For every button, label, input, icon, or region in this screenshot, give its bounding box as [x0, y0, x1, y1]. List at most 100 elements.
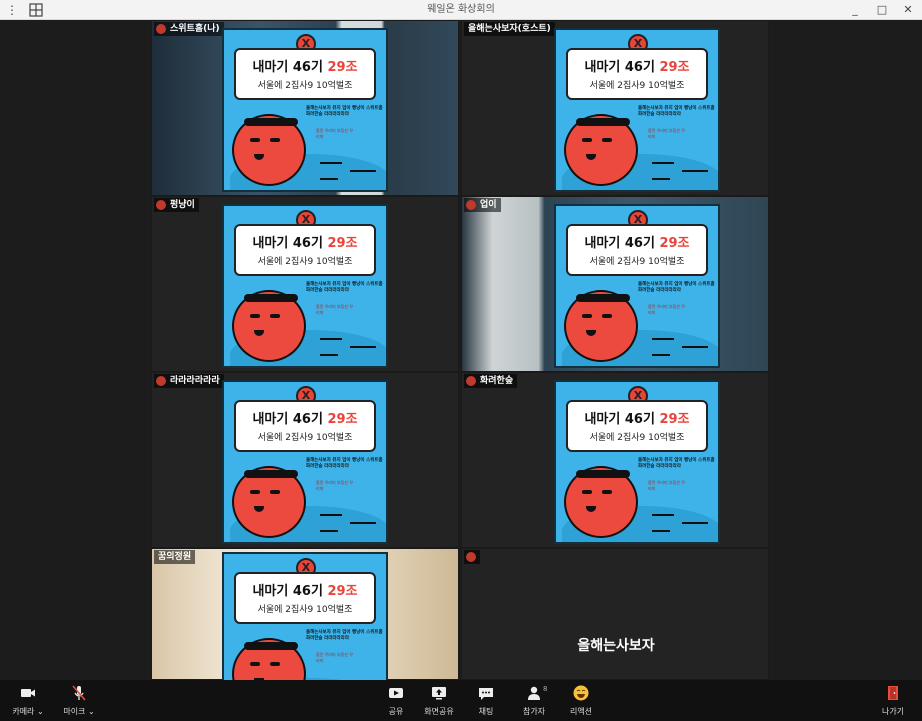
window-titlebar: ⋮ 웨일온 화상회의 _ □ ✕ — [0, 0, 922, 20]
share-button[interactable]: 공유 — [382, 684, 410, 718]
share-label: 공유 — [388, 707, 404, 716]
mascot-headband — [244, 470, 298, 478]
participant-name: 화려한숲 — [480, 376, 514, 386]
poster-small-text: 잠깐 꾸리미 부동산 꾸리미 — [316, 304, 353, 315]
poster-description: 올해는사보자 뮤지 업이 빵냥이 스위트홈 화려한숲 라라라라라라 — [306, 630, 383, 641]
speed-line — [320, 354, 338, 356]
leave-label: 나가기 — [881, 707, 905, 716]
poster-subline: 서울에 2집사9 10억벌조 — [589, 81, 685, 91]
participant-name-tag: 펑냥이 — [154, 198, 199, 212]
minimize-button[interactable]: _ — [845, 1, 865, 19]
speed-line — [652, 338, 674, 340]
poster-headline-card: 내마기 46기 29조 서울에 2집사9 10억벌조 — [566, 224, 708, 276]
mascot-eye — [602, 138, 612, 142]
meeting-toolbar: 카메라 ⌄ 마이크 ⌄ 공유 화면공유 채팅 8 참가자 리액션 나가기 — [0, 680, 922, 721]
mic-off-icon — [156, 24, 166, 34]
mic-off-icon — [156, 376, 166, 386]
poster-headline-card: 내마기 46기 29조 서울에 2집사9 10억벌조 — [234, 48, 376, 100]
mascot-headband — [576, 118, 630, 126]
mic-button[interactable]: 마이크 ⌄ — [58, 684, 100, 718]
camera-button[interactable]: 카메라 ⌄ — [8, 684, 48, 718]
participant-name: 업이 — [480, 200, 497, 210]
speed-line — [652, 162, 674, 164]
screen-share-icon — [432, 687, 446, 700]
mascot-eye — [602, 490, 612, 494]
poster-small-text: 잠깐 꾸리미 부동산 꾸리미 — [316, 480, 353, 491]
poster-headline-card: 내마기 46기 29조 서울에 2집사9 10억벌조 — [234, 400, 376, 452]
poster-headline: 내마기 46기 29조 — [252, 236, 358, 251]
poster-overlay: X 내마기 46기 29조 서울에 2집사9 10억벌조 올해는사보자 뮤지 업… — [554, 28, 720, 192]
maximize-button[interactable]: □ — [872, 1, 892, 19]
poster-headline-card: 내마기 46기 29조 서울에 2집사9 10억벌조 — [566, 400, 708, 452]
participants-icon — [528, 686, 540, 700]
chat-label: 채팅 — [478, 707, 494, 716]
poster-overlay: X 내마기 46기 29조 서울에 2집사9 10억벌조 올해는사보자 뮤지 업… — [222, 28, 388, 192]
poster-description: 올해는사보자 뮤지 업이 빵냥이 스위트홈 화려한숲 라라라라라라 — [638, 458, 715, 469]
speed-line — [652, 354, 670, 356]
mascot-eye — [250, 138, 260, 142]
poster-headline-card: 내마기 46기 29조 서울에 2집사9 10억벌조 — [566, 48, 708, 100]
screen-share-button[interactable]: 화면공유 — [420, 684, 458, 718]
participant-name: 라라라라라라 — [170, 376, 220, 386]
poster-description: 올해는사보자 뮤지 업이 빵냥이 스위트홈 화려한숲 라라라라라라 — [638, 282, 715, 293]
mic-label: 마이크 ⌄ — [63, 707, 95, 716]
poster-small-text: 잠깐 꾸리미 부동산 꾸리미 — [648, 480, 685, 491]
speed-line — [350, 346, 376, 348]
mascot-headband — [244, 118, 298, 126]
participant-display-name: 올해는사보자 — [577, 638, 655, 654]
poster-headline: 내마기 46기 29조 — [252, 584, 358, 599]
poster-subline: 서울에 2집사9 10억벌조 — [589, 433, 685, 443]
mic-off-icon — [72, 685, 86, 701]
poster-headline: 내마기 46기 29조 — [584, 412, 690, 427]
chat-button[interactable]: 채팅 — [472, 684, 500, 718]
camera-icon — [21, 689, 35, 697]
reaction-label: 리액션 — [569, 707, 593, 716]
close-button[interactable]: ✕ — [898, 1, 918, 19]
video-grid: 스위트홈(나) 올해는사보자(호스트) 펑냥이 업이 라라라라라라 화려한숲 꿈… — [0, 20, 922, 716]
poster-headline-card: 내마기 46기 29조 서울에 2집사9 10억벌조 — [234, 572, 376, 624]
poster-subline: 서울에 2집사9 10억벌조 — [257, 433, 353, 443]
poster-subline: 서울에 2집사9 10억벌조 — [257, 81, 353, 91]
speed-line — [652, 178, 670, 180]
camera-label: 카메라 ⌄ — [12, 707, 44, 716]
mascot-headband — [576, 294, 630, 302]
participant-name: 올해는사보자(호스트) — [468, 24, 551, 34]
poster-overlay: X 내마기 46기 29조 서울에 2집사9 10억벌조 올해는사보자 뮤지 업… — [554, 380, 720, 544]
mascot-eye — [250, 490, 260, 494]
participant-name: 펑냥이 — [170, 200, 195, 210]
participant-name-tag: 라라라라라라 — [154, 374, 224, 388]
mascot-headband — [244, 642, 298, 650]
speed-line — [682, 346, 708, 348]
mascot-headband — [244, 294, 298, 302]
poster-headline: 내마기 46기 29조 — [252, 412, 358, 427]
speed-line — [682, 170, 708, 172]
mascot-eye — [270, 490, 280, 494]
mascot-eye — [270, 662, 280, 666]
speed-line — [652, 514, 674, 516]
participant-name-tag: 업이 — [464, 198, 501, 212]
poster-small-text: 잠깐 꾸리미 부동산 꾸리미 — [316, 128, 353, 139]
exit-door-icon — [888, 686, 898, 700]
participant-name: 꿈의정원 — [158, 552, 192, 562]
mascot-eye — [270, 138, 280, 142]
speed-line — [320, 530, 338, 532]
speed-line — [320, 162, 342, 164]
poster-description: 올해는사보자 뮤지 업이 빵냥이 스위트홈 화려한숲 라라라라라라 — [306, 282, 383, 293]
participant-name-tag: 화려한숲 — [464, 374, 518, 388]
poster-overlay: X 내마기 46기 29조 서울에 2집사9 10억벌조 올해는사보자 뮤지 업… — [222, 380, 388, 544]
poster-small-text: 잠깐 꾸리미 부동산 꾸리미 — [648, 128, 685, 139]
poster-headline-card: 내마기 46기 29조 서울에 2집사9 10억벌조 — [234, 224, 376, 276]
poster-subline: 서울에 2집사9 10억벌조 — [257, 605, 353, 615]
speed-line — [320, 338, 342, 340]
reaction-button[interactable]: 리액션 — [566, 684, 596, 718]
mascot-eye — [582, 490, 592, 494]
mic-off-icon — [466, 376, 476, 386]
poster-headline: 내마기 46기 29조 — [584, 236, 690, 251]
participant-tile[interactable]: 올해는사보자 — [461, 548, 769, 680]
leave-button[interactable]: 나가기 — [876, 684, 910, 718]
poster-headline: 내마기 46기 29조 — [252, 60, 358, 75]
poster-subline: 서울에 2집사9 10억벌조 — [589, 257, 685, 267]
speed-line — [350, 522, 376, 524]
participants-button[interactable]: 8 참가자 — [516, 684, 552, 718]
mic-off-icon — [466, 552, 476, 562]
